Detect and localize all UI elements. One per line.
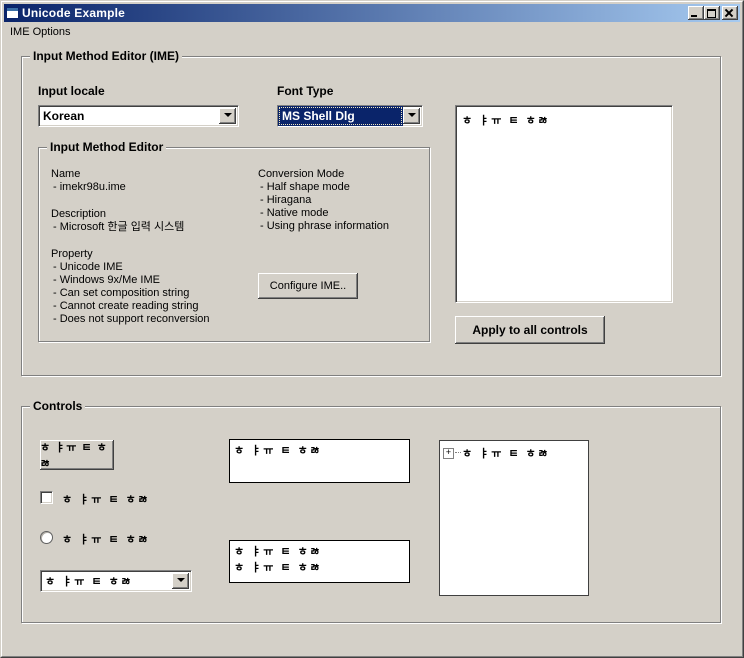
sample-button-label: ㅎ ㅑㅠ ㅌ ㅎㅀ [40,439,114,471]
font-type-dropdown-button[interactable] [403,108,420,124]
tree-connector [455,452,461,454]
sample-radio[interactable] [40,531,53,544]
controls-group: Controls ㅎ ㅑㅠ ㅌ ㅎㅀ ㅎ ㅑㅠ ㅌ ㅎㅀ ㅎ ㅑㅠ ㅌ ㅎㅀ ㅎ… [21,406,721,623]
input-locale-label: Input locale [38,84,105,98]
minimize-button[interactable] [688,6,704,20]
property-item: - Can set composition string [53,287,189,300]
sample-edit-single-text: ㅎ ㅑㅠ ㅌ ㅎㅀ [234,445,322,457]
font-type-label: Font Type [277,84,333,98]
conversion-item: - Native mode [260,207,328,220]
input-locale-dropdown-button[interactable] [219,108,236,124]
ime-preview-text: ㅎ ㅑㅠ ㅌ ㅎㅀ [462,115,550,127]
tree-expand-icon[interactable]: + [443,448,454,459]
sample-checkbox[interactable] [40,491,53,504]
chevron-down-icon [177,578,185,586]
sample-combo-dropdown-button[interactable] [172,573,189,589]
close-icon [725,9,733,16]
sample-treeview[interactable]: + ㅎ ㅑㅠ ㅌ ㅎㅀ [439,440,589,596]
controls-group-title: Controls [30,399,85,413]
menu-bar: IME Options [4,23,740,40]
conversion-item: - Half shape mode [260,181,350,194]
title-bar[interactable]: Unicode Example [4,4,740,22]
description-label: Description [51,208,106,221]
property-item: - Cannot create reading string [53,300,199,313]
ime-editor-group: Input Method Editor Name - imekr98u.ime … [38,147,430,342]
font-type-value: MS Shell Dlg [278,106,403,126]
sample-button[interactable]: ㅎ ㅑㅠ ㅌ ㅎㅀ [40,440,114,470]
sample-edit-multi[interactable]: ㅎ ㅑㅠ ㅌ ㅎㅀ ㅎ ㅑㅠ ㅌ ㅎㅀ [229,540,410,583]
sample-checkbox-label[interactable]: ㅎ ㅑㅠ ㅌ ㅎㅀ [62,491,150,507]
ime-group-title: Input Method Editor (IME) [30,49,182,63]
maximize-icon [707,9,716,18]
name-label: Name [51,168,80,181]
property-item: - Does not support reconversion [53,313,210,326]
app-window: Unicode Example IME Options Input Method… [0,0,744,658]
conversion-item: - Using phrase information [260,220,389,233]
window-controls [688,6,738,20]
tree-item-row[interactable]: + ㅎ ㅑㅠ ㅌ ㅎㅀ [443,445,585,461]
sample-edit-multi-line: ㅎ ㅑㅠ ㅌ ㅎㅀ [234,544,405,560]
close-button[interactable] [722,6,738,20]
chevron-down-icon [224,113,232,121]
sample-radio-label[interactable]: ㅎ ㅑㅠ ㅌ ㅎㅀ [62,531,150,547]
ime-editor-group-title: Input Method Editor [47,140,166,154]
chevron-down-icon [408,113,416,121]
ime-group: Input Method Editor (IME) Input locale K… [21,56,721,376]
property-item: - Windows 9x/Me IME [53,274,160,287]
input-locale-combo[interactable]: Korean [38,105,239,127]
window-title: Unicode Example [22,6,125,20]
input-locale-value: Korean [39,106,238,126]
menu-item-ime-options[interactable]: IME Options [4,25,77,39]
conversion-item: - Hiragana [260,194,311,207]
conversion-mode-label: Conversion Mode [258,168,344,181]
minimize-icon [691,15,697,17]
font-type-combo[interactable]: MS Shell Dlg [277,105,423,127]
sample-combo-value: ㅎ ㅑㅠ ㅌ ㅎㅀ [45,573,133,589]
apply-to-all-controls-button[interactable]: Apply to all controls [455,316,605,344]
app-icon[interactable] [6,7,19,19]
ime-preview-textarea[interactable]: ㅎ ㅑㅠ ㅌ ㅎㅀ [455,105,673,303]
name-value: - imekr98u.ime [53,181,126,194]
sample-edit-multi-line: ㅎ ㅑㅠ ㅌ ㅎㅀ [234,560,405,576]
property-item: - Unicode IME [53,261,123,274]
tree-item-label: ㅎ ㅑㅠ ㅌ ㅎㅀ [462,445,550,461]
sample-edit-single[interactable]: ㅎ ㅑㅠ ㅌ ㅎㅀ [229,439,410,483]
property-label: Property [51,248,93,261]
description-value: - Microsoft 한글 입력 시스템 [53,221,184,234]
configure-ime-button[interactable]: Configure IME.. [258,273,358,299]
sample-combo[interactable]: ㅎ ㅑㅠ ㅌ ㅎㅀ [40,570,192,592]
maximize-button[interactable] [704,6,720,20]
